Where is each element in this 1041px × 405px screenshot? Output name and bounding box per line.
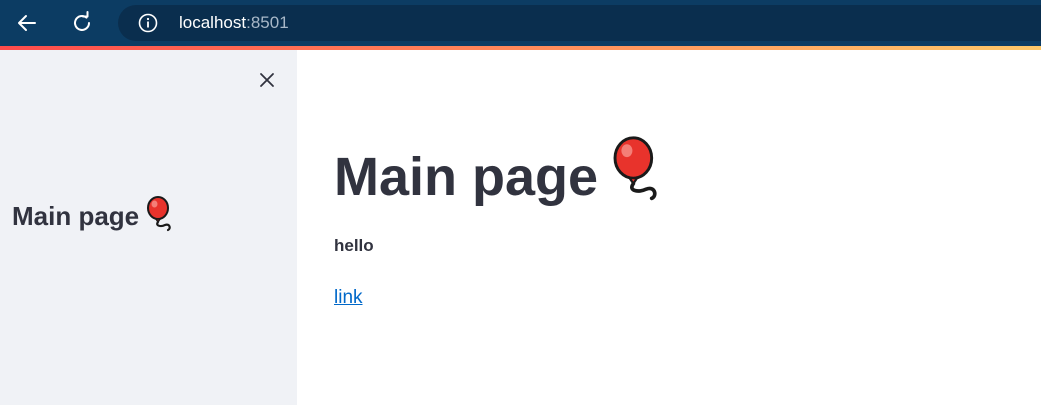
balloon-icon — [608, 136, 666, 217]
back-button[interactable] — [12, 8, 42, 38]
link[interactable]: link — [334, 287, 363, 309]
sidebar: Main page — [0, 50, 297, 405]
close-sidebar-button[interactable] — [255, 68, 279, 92]
reload-button[interactable] — [67, 8, 97, 38]
address-bar[interactable]: localhost:8501 — [118, 5, 1041, 41]
page-title: Main page — [334, 136, 666, 217]
info-icon[interactable] — [138, 13, 158, 38]
sidebar-title-text: Main page — [12, 200, 140, 231]
url-port: :8501 — [246, 13, 289, 32]
reload-icon — [74, 11, 90, 31]
back-arrow-icon — [18, 15, 36, 31]
main-content — [297, 50, 1041, 405]
page-title-text: Main page — [334, 147, 599, 207]
url-host: localhost — [179, 13, 247, 32]
sidebar-title: Main page — [12, 196, 175, 240]
balloon-icon — [145, 196, 175, 240]
close-icon — [260, 73, 274, 87]
url-text[interactable]: localhost:8501 — [179, 13, 289, 33]
body-text: hello — [334, 236, 374, 255]
browser-toolbar: localhost:8501 — [0, 0, 1041, 46]
